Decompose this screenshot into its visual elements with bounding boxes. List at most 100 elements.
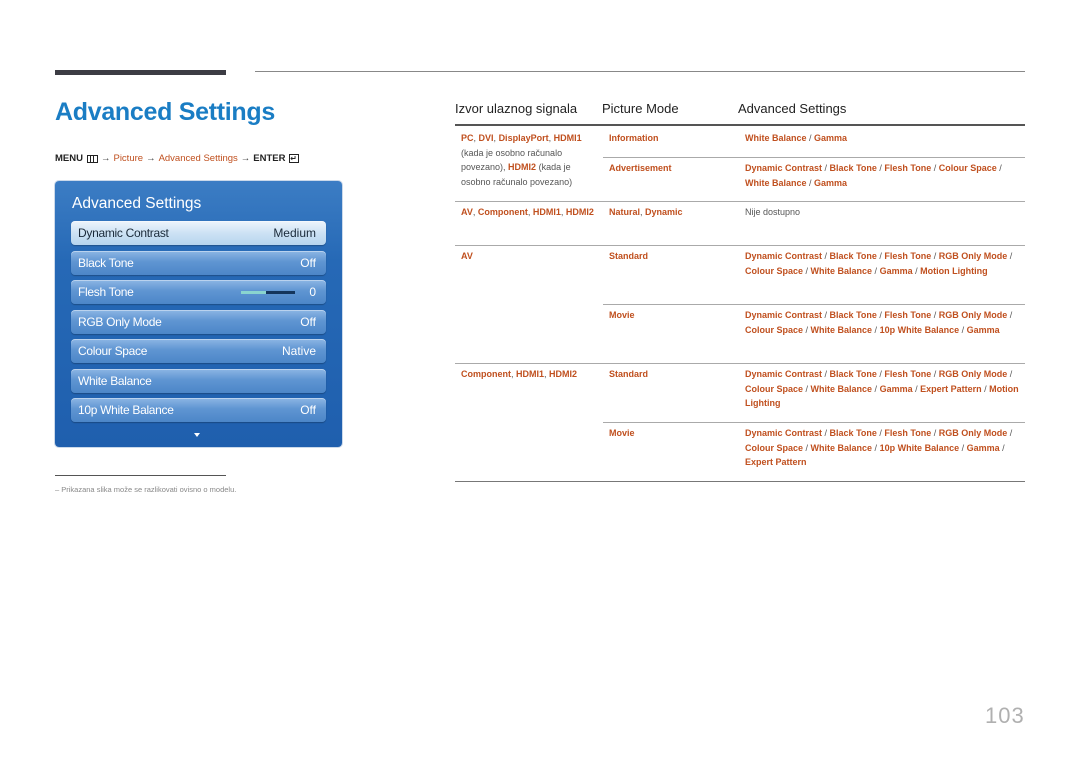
setting-term: Dynamic (645, 207, 683, 217)
osd-title: Advanced Settings (72, 195, 202, 212)
page-title: Advanced Settings (55, 98, 275, 126)
osd-item-dynamic-contrast[interactable]: Dynamic Contrast Medium (71, 221, 326, 245)
scroll-down-arrow-icon[interactable] (194, 433, 200, 437)
setting-term: RGB Only Mode (938, 428, 1008, 438)
row4-mode-movie: Movie (609, 428, 635, 438)
row4-settings-standard: Dynamic Contrast / Black Tone / Flesh To… (745, 369, 1019, 409)
setting-term: Flesh Tone (884, 310, 932, 320)
setting-term: 10p White Balance (879, 324, 960, 335)
setting-term: White Balance (745, 133, 807, 143)
setting-term: Black Tone (829, 428, 877, 438)
arrow-icon: → (240, 153, 251, 164)
row3-mode-standard: Standard (609, 251, 649, 261)
osd-item-black-tone[interactable]: Black Tone Off (71, 251, 326, 275)
setting-term: Flesh Tone (884, 369, 932, 379)
header-rule (255, 71, 1025, 72)
osd-item-value: Medium (273, 226, 316, 240)
row1-settings-advertisement: Dynamic Contrast / Black Tone / Flesh To… (745, 163, 1002, 188)
setting-term: RGB Only Mode (938, 310, 1008, 320)
setting-term: HDMI1 (516, 369, 545, 379)
osd-item-label: White Balance (78, 374, 152, 388)
osd-item-colour-space[interactable]: Colour Space Native (71, 339, 326, 363)
setting-term: Black Tone (829, 369, 877, 379)
row-divider (455, 363, 1025, 364)
footnote: – Prikazana slika može se razlikovati ov… (55, 485, 237, 494)
flesh-tone-slider-group: 0 (241, 285, 316, 299)
setting-term: Flesh Tone (884, 251, 932, 261)
table-bottom-rule (455, 481, 1025, 482)
setting-term: Black Tone (829, 310, 877, 320)
setting-term: AV (461, 207, 473, 217)
setting-term: White Balance (810, 324, 873, 335)
setting-term: Dynamic Contrast (745, 163, 823, 173)
setting-term: Black Tone (829, 163, 877, 173)
setting-term: Expert Pattern (745, 457, 807, 468)
slider-fill (241, 290, 266, 294)
setting-term: Gamma (879, 383, 913, 394)
setting-term: Gamma (814, 177, 848, 188)
setting-term: Dynamic Contrast (745, 251, 823, 261)
setting-term: White Balance (745, 177, 807, 188)
row-divider (603, 422, 1025, 423)
setting-term: Motion Lighting (920, 265, 988, 276)
setting-term: Colour Space (745, 442, 804, 453)
setting-term: Expert Pattern (920, 383, 982, 394)
osd-item-value: 0 (309, 285, 316, 299)
setting-term: Flesh Tone (884, 428, 932, 438)
note-rule (55, 475, 226, 476)
osd-item-label: Black Tone (78, 256, 134, 270)
osd-item-flesh-tone[interactable]: Flesh Tone 0 (71, 280, 326, 304)
arrow-icon: → (146, 153, 156, 164)
setting-term: Gamma (966, 442, 1000, 453)
table-header: Izvor ulaznog signala Picture Mode Advan… (455, 98, 1025, 126)
row3-settings-movie: Dynamic Contrast / Black Tone / Flesh To… (745, 310, 1013, 335)
setting-term: Natural (609, 207, 641, 217)
header-bar-thick (55, 70, 226, 75)
osd-advanced-settings-panel: Advanced Settings Dynamic Contrast Mediu… (55, 181, 342, 447)
osd-item-10p-white-balance[interactable]: 10p White Balance Off (71, 398, 326, 422)
row-divider (455, 245, 1025, 246)
setting-term: Colour Space (745, 324, 804, 335)
menu-key: MENU (55, 153, 83, 164)
header-picture-mode: Picture Mode (602, 101, 679, 116)
row1-source: PC, DVI, DisplayPort, HDMI1 (kada je oso… (461, 133, 582, 187)
setting-term: Colour Space (938, 163, 997, 173)
osd-item-value: Off (300, 315, 316, 329)
slider-track-rest (265, 290, 296, 294)
row1-settings-information: White Balance / Gamma (745, 133, 848, 143)
header-input-source: Izvor ulaznog signala (455, 101, 578, 116)
setting-term: HDMI2 (549, 369, 578, 379)
osd-item-label: Colour Space (78, 344, 148, 358)
row-divider (603, 157, 1025, 158)
setting-term: 10p White Balance (879, 442, 960, 453)
setting-term: Dynamic Contrast (745, 428, 823, 438)
row4-settings-movie: Dynamic Contrast / Black Tone / Flesh To… (745, 428, 1013, 468)
header-advanced-settings: Advanced Settings (738, 101, 847, 116)
osd-item-label: Flesh Tone (78, 285, 134, 299)
setting-term: RGB Only Mode (938, 369, 1008, 379)
setting-term: White Balance (810, 265, 873, 276)
osd-item-rgb-only-mode[interactable]: RGB Only Mode Off (71, 310, 326, 334)
setting-term: Dynamic Contrast (745, 369, 823, 379)
setting-term: Component (461, 369, 511, 379)
osd-item-white-balance[interactable]: White Balance (71, 369, 326, 393)
setting-term: Gamma (814, 133, 848, 143)
menu-path-picture[interactable]: Picture (113, 153, 143, 164)
row3-settings-standard: Dynamic Contrast / Black Tone / Flesh To… (745, 251, 1013, 276)
menu-path: MENU → Picture → Advanced Settings → ENT… (55, 153, 299, 164)
row4-source: Component, HDMI1, HDMI2 (461, 369, 578, 379)
menu-path-advanced-settings[interactable]: Advanced Settings (159, 153, 238, 164)
menu-icon (86, 154, 98, 163)
enter-key: ENTER (253, 153, 286, 164)
setting-term: RGB Only Mode (938, 251, 1008, 261)
row1-mode-information: Information (609, 133, 659, 143)
osd-item-value: Off (300, 403, 316, 417)
osd-item-label: Dynamic Contrast (78, 226, 169, 240)
flesh-tone-slider[interactable] (241, 290, 296, 294)
setting-term: White Balance (810, 442, 873, 453)
osd-item-value: Off (300, 256, 316, 270)
row4-mode-standard: Standard (609, 369, 649, 379)
row3-mode-movie: Movie (609, 310, 635, 320)
setting-term: Colour Space (745, 265, 804, 276)
setting-term: Component (477, 207, 528, 217)
